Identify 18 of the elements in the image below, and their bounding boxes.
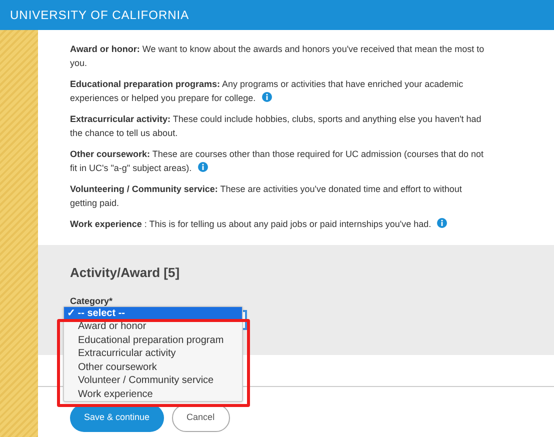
description-text: Extracurricular activity: These could include hobbies, clubs, sports and anything else you haven't had the chance to tell us about. (70, 113, 482, 140)
field-label: Category* (70, 294, 114, 308)
dropdown-option[interactable]: ✓ -- select -- (64, 307, 242, 320)
description-text: Award or honor: We want to know about the awards and honors you've received that mean the most to you. (70, 43, 486, 70)
section-heading: Activity/Award [5] (70, 264, 181, 282)
dropdown-option[interactable]: Extracurricular activity (64, 347, 242, 360)
dropdown-option[interactable]: Work experience (64, 388, 242, 401)
info-icon[interactable] (437, 218, 448, 228)
dropdown-option[interactable]: Volunteer / Community service (64, 374, 242, 388)
description-text: Work experience : This is for telling us about any paid jobs or paid internships you've had. (70, 217, 490, 231)
info-icon[interactable] (262, 92, 272, 102)
site-title: UNIVERSITY OF CALIFORNIA (10, 7, 190, 24)
description-text: Volunteering / Community service: These are activities you've donated time and effort to without getting paid. (70, 183, 463, 210)
dropdown-option[interactable]: Other coursework (64, 360, 242, 374)
description-text: Educational preparation programs: Any programs or activities that have enriched your academic experiences or helped you prepare for college. (70, 78, 464, 105)
description-text: Other coursework: These are courses other than those required for UC admission (courses that do not fit in UC's "a-g" subject areas). (70, 148, 485, 175)
dropdown-option[interactable]: Educational preparation program (64, 334, 242, 347)
info-icon[interactable] (198, 162, 208, 172)
